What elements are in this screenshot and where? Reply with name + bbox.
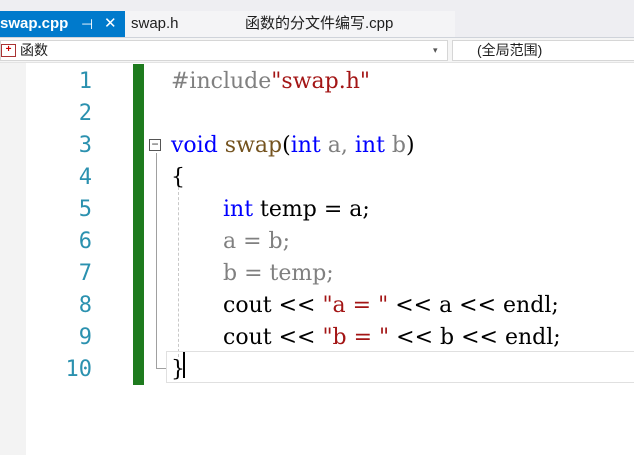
open-brace: { (171, 165, 185, 190)
indent-guide (178, 187, 179, 357)
code-editor[interactable]: 1 2 3 4 5 6 7 8 9 10 − #include"swap.h" … (0, 63, 634, 455)
parameter: b (391, 133, 407, 158)
pin-icon[interactable]: ⊣ (81, 11, 93, 37)
line-number: 10 (65, 357, 93, 382)
tab-label: swap.cpp (0, 15, 69, 32)
preprocessor-directive: #include (171, 69, 272, 94)
member-dropdown[interactable]: (全局范围) (452, 40, 634, 61)
line-number: 4 (78, 165, 92, 190)
line-number: 3 (78, 133, 92, 158)
function-name: swap (224, 133, 283, 158)
code-line-7: b = temp; (223, 258, 334, 290)
outline-guide-end (156, 368, 166, 369)
scope-dropdown[interactable]: + 函数 ▾ (0, 40, 448, 61)
navigation-bar: + 函数 ▾ (全局范围) (0, 37, 634, 63)
saved-changes-indicator (133, 64, 144, 385)
close-icon[interactable]: ✕ (104, 11, 117, 37)
keyword: void (171, 133, 218, 158)
stream-expression: cout << (223, 293, 323, 318)
include-path: "swap.h" (271, 69, 371, 94)
tab-swap-cpp[interactable]: swap.cpp ⊣ ✕ (0, 11, 125, 37)
outline-guide (156, 153, 157, 369)
line-number: 7 (78, 261, 92, 286)
string-literal: "a = " (322, 293, 389, 318)
collapse-icon[interactable]: − (149, 138, 161, 151)
document-tab-strip: swap.cpp ⊣ ✕ swap.h 函数的分文件编写.cpp (0, 0, 634, 37)
code-line-6: a = b; (223, 226, 290, 258)
line-number: 8 (78, 293, 92, 318)
line-number: 5 (78, 197, 92, 222)
keyword: int (223, 197, 254, 222)
stream-expression: << a << endl; (388, 293, 559, 318)
code-line-3: void swap(int a, int b) (171, 130, 415, 162)
paren: ( (282, 133, 291, 158)
code-line-1: #include"swap.h" (171, 66, 370, 98)
string-literal: "b = " (322, 325, 390, 350)
text-caret (183, 352, 185, 378)
code-line-4: { (171, 162, 185, 194)
tab-swap-h[interactable]: swap.h (125, 11, 245, 37)
line-number: 9 (78, 325, 92, 350)
line-number: 1 (78, 69, 92, 94)
code-line-9: cout << "b = " << b << endl; (223, 322, 561, 354)
tab-label: swap.h (131, 15, 179, 32)
statement: b = temp; (223, 261, 334, 286)
chevron-down-icon[interactable]: ▾ (433, 41, 438, 60)
stream-expression: << b << endl; (389, 325, 561, 350)
current-line-highlight (166, 351, 634, 383)
parameter: a, (327, 133, 348, 158)
keyword: int (354, 133, 385, 158)
paren: ) (406, 133, 415, 158)
glyph-margin (0, 63, 26, 455)
statement: a = b; (223, 229, 291, 254)
line-number: 6 (78, 229, 92, 254)
code-line-8: cout << "a = " << a << endl; (223, 290, 559, 322)
keyword: int (290, 133, 321, 158)
statement: temp = a; (260, 197, 370, 222)
class-scope-icon: + (1, 44, 16, 57)
code-line-5: int temp = a; (223, 194, 370, 226)
tab-main-cpp[interactable]: 函数的分文件编写.cpp (245, 11, 455, 37)
scope-label: 函数 (20, 42, 48, 58)
stream-expression: cout << (223, 325, 323, 350)
tab-label: 函数的分文件编写.cpp (245, 15, 394, 32)
line-number: 2 (78, 101, 92, 126)
member-label: (全局范围) (477, 42, 543, 58)
